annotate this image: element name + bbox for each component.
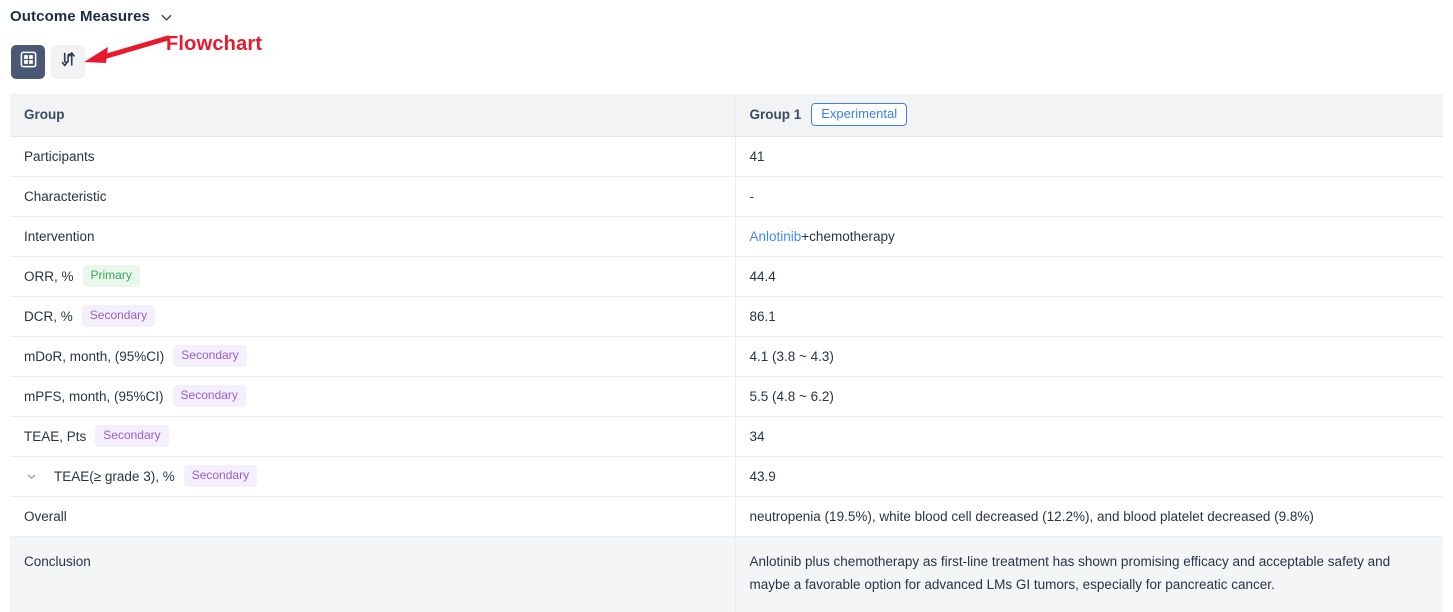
table-row: mDoR, month, (95%CI) Secondary 4.1 (3.8 … [10,336,1443,377]
secondary-tag: Secondary [95,424,169,448]
row-label-dcr: DCR, % Secondary [10,296,735,337]
table-row: Intervention Anlotinib+chemotherapy [10,216,1443,257]
header-cell-group: Group [10,94,735,137]
annotation-label: Flowchart [166,33,263,55]
expand-chevron-down-icon[interactable] [24,469,38,483]
secondary-tag: Secondary [172,384,246,408]
swap-arrows-icon [59,50,78,74]
table-row: mPFS, month, (95%CI) Secondary 5.5 (4.8 … [10,376,1443,417]
table-row: TEAE, Pts Secondary 34 [10,416,1443,457]
row-label-text: TEAE(≥ grade 3), % [54,468,175,484]
table-header-row: Group Group 1 Experimental [10,94,1443,137]
row-label-intervention: Intervention [10,216,735,257]
chevron-down-icon[interactable] [159,10,174,25]
page-title: Outcome Measures [10,7,150,25]
row-value-mpfs: 5.5 (4.8 ~ 6.2) [734,376,1443,417]
table-row: Characteristic - [10,176,1443,217]
row-value-teae-pts: 34 [734,416,1443,457]
group-1-label: Group 1 [749,107,802,123]
table-row: Overall neutropenia (19.5%), white blood… [10,496,1443,537]
intervention-rest-text: +chemotherapy [801,228,895,244]
row-label-text: mPFS, month, (95%CI) [24,388,164,404]
outcome-measures-page: Outcome Measures Flowchart Group Group 1… [0,0,1453,612]
anlotinib-link[interactable]: Anlotinib [750,229,802,244]
row-value-characteristic: - [734,176,1443,217]
row-value-orr: 44.4 [734,256,1443,297]
table-view-button[interactable] [11,45,45,79]
row-label-mdor: mDoR, month, (95%CI) Secondary [10,336,735,377]
row-value-overall: neutropenia (19.5%), white blood cell de… [734,496,1443,537]
secondary-tag: Secondary [183,464,258,488]
row-label-teae-grade3: TEAE(≥ grade 3), % Secondary [10,456,735,497]
row-label-text: TEAE, Pts [24,428,87,444]
row-label-text: DCR, % [24,308,73,324]
row-label-overall: Overall [10,496,735,537]
outcome-measures-table: Group Group 1 Experimental Participants … [10,94,1443,612]
row-value-participants: 41 [734,136,1443,177]
table-row: Participants 41 [10,136,1443,177]
row-value-dcr: 86.1 [734,296,1443,337]
view-toggle-group [11,45,85,79]
row-label-characteristic: Characteristic [10,176,735,217]
row-label-mpfs: mPFS, month, (95%CI) Secondary [10,376,735,417]
annotation-arrow-icon [84,35,170,63]
row-value-intervention: Anlotinib+chemotherapy [734,216,1443,257]
header-cell-group-1: Group 1 Experimental [734,94,1443,137]
row-value-mdor: 4.1 (3.8 ~ 4.3) [734,336,1443,377]
table-row: ORR, % Primary 44.4 [10,256,1443,297]
row-label-text: mDoR, month, (95%CI) [24,348,165,364]
row-label-teae-pts: TEAE, Pts Secondary [10,416,735,457]
flowchart-view-button[interactable] [51,45,85,79]
table-grid-icon [19,50,38,74]
row-label-text: ORR, % [24,268,74,284]
secondary-tag: Secondary [81,304,156,328]
table-row: TEAE(≥ grade 3), % Secondary 43.9 [10,456,1443,497]
row-label-orr: ORR, % Primary [10,256,735,297]
conclusion-row: Conclusion Anlotinib plus chemotherapy a… [10,536,1443,612]
section-header: Outcome Measures [10,0,174,32]
row-value-teae-grade3: 43.9 [734,456,1443,497]
row-label-participants: Participants [10,136,735,177]
conclusion-text: Anlotinib plus chemotherapy as first-lin… [734,536,1443,612]
experimental-badge[interactable]: Experimental [811,103,908,127]
conclusion-label: Conclusion [10,536,735,612]
secondary-tag: Secondary [173,344,247,368]
table-row: DCR, % Secondary 86.1 [10,296,1443,337]
primary-tag: Primary [82,264,140,288]
